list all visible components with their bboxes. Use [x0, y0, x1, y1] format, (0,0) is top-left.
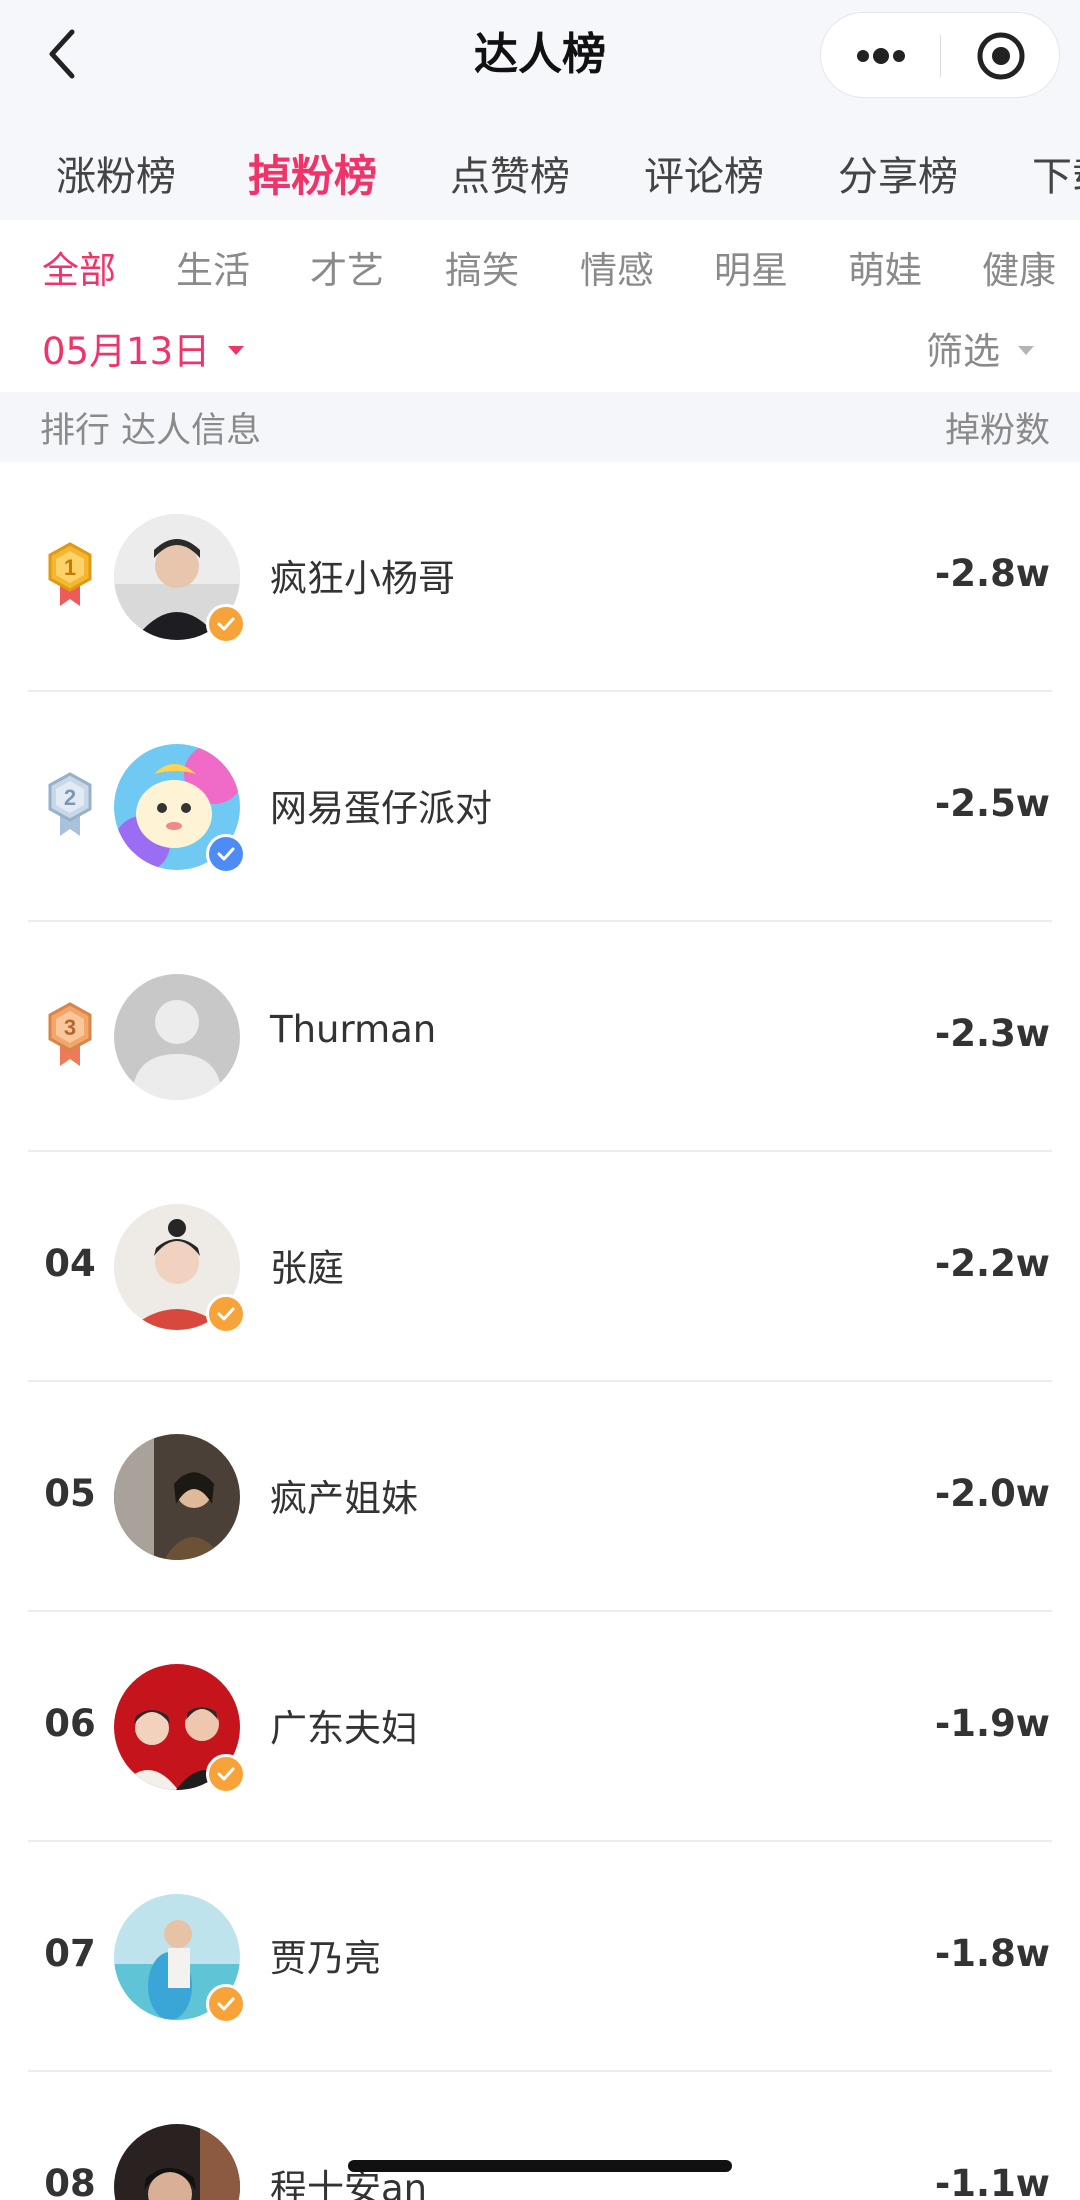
list-item[interactable]: 1 疯狂小杨哥 -2.8w — [0, 462, 1080, 692]
category-life[interactable]: 生活 — [176, 240, 250, 294]
list-item[interactable]: 06 广东夫妇 -1.9w — [0, 1612, 1080, 1842]
fans-loss-value: -1.8w — [934, 1932, 1050, 1975]
rank-number: 04 — [44, 1242, 96, 1285]
fans-loss-value: -2.0w — [934, 1472, 1050, 1515]
creator-name[interactable]: 张庭 — [270, 1238, 344, 1292]
tab-fans-gain[interactable]: 涨粉榜 — [56, 144, 176, 202]
header-fans-loss: 掉粉数 — [944, 411, 1050, 451]
verified-badge-icon — [206, 1294, 246, 1334]
creator-name[interactable]: 疯产姐妹 — [270, 1468, 418, 1522]
tab-downloads[interactable]: 下载 — [1032, 144, 1080, 202]
tab-shares[interactable]: 分享榜 — [838, 144, 958, 202]
rank-number: 08 — [44, 2162, 96, 2200]
verified-badge-icon — [206, 834, 246, 874]
avatar[interactable] — [114, 1434, 240, 1560]
list-item[interactable]: 3 Thurman -2.3w — [0, 922, 1080, 1152]
category-all[interactable]: 全部 — [42, 240, 116, 294]
category-talent[interactable]: 才艺 — [310, 240, 384, 294]
avatar[interactable] — [114, 2124, 240, 2200]
fans-loss-value: -2.3w — [934, 1012, 1050, 1055]
list-item[interactable]: 2 网易蛋仔派对 -2.5w — [0, 692, 1080, 922]
list-item[interactable]: 04 张庭 -2.2w — [0, 1152, 1080, 1382]
miniprogram-capsule — [820, 12, 1060, 98]
verified-badge-icon — [206, 1984, 246, 2024]
svg-text:3: 3 — [64, 1015, 76, 1040]
creator-name[interactable]: Thurman — [270, 1008, 436, 1051]
category-celebrity[interactable]: 明星 — [714, 240, 788, 294]
more-button[interactable] — [821, 13, 940, 99]
rank-number: 05 — [44, 1472, 96, 1515]
creator-name[interactable]: 疯狂小杨哥 — [270, 548, 455, 602]
list-item[interactable]: 08 程十安an -1.1w — [0, 2072, 1080, 2200]
close-button[interactable] — [941, 13, 1061, 99]
chevron-left-icon — [49, 29, 75, 79]
header-rank-info: 排行 达人信息 — [40, 411, 262, 451]
fans-loss-value: -2.2w — [934, 1242, 1050, 1285]
fans-loss-value: -2.5w — [934, 782, 1050, 825]
caret-down-icon — [1018, 345, 1034, 355]
rank-type-tabs: 涨粉榜 掉粉榜 点赞榜 评论榜 分享榜 下载 — [0, 110, 1080, 220]
svg-text:1: 1 — [64, 555, 76, 580]
avatar[interactable] — [114, 974, 240, 1100]
date-label: 05月13日 — [42, 330, 211, 373]
creator-name[interactable]: 广东夫妇 — [270, 1698, 418, 1752]
category-funny[interactable]: 搞笑 — [445, 240, 519, 294]
category-tabs: 全部 生活 才艺 搞笑 情感 明星 萌娃 健康 — [0, 228, 1080, 308]
verified-badge-icon — [206, 604, 246, 644]
gold-medal-icon: 1 — [48, 542, 92, 606]
list-header: 排行 达人信息 掉粉数 — [0, 392, 1080, 462]
fans-loss-value: -1.9w — [934, 1702, 1050, 1745]
verified-badge-icon — [206, 1754, 246, 1794]
more-dots-icon — [856, 48, 905, 64]
svg-text:2: 2 — [64, 785, 76, 810]
tab-fans-loss[interactable]: 掉粉榜 — [248, 142, 377, 204]
back-button[interactable] — [42, 26, 82, 82]
silver-medal-icon: 2 — [48, 772, 92, 836]
category-health[interactable]: 健康 — [982, 240, 1056, 294]
rank-number: 06 — [44, 1702, 96, 1745]
bronze-medal-icon: 3 — [48, 1002, 92, 1066]
fans-loss-value: -1.1w — [934, 2162, 1050, 2200]
list-item[interactable]: 07 贾乃亮 -1.8w — [0, 1842, 1080, 2072]
caret-down-icon — [228, 345, 245, 355]
filter-button[interactable]: 筛选 — [926, 318, 1034, 378]
home-indicator[interactable] — [348, 2160, 732, 2172]
navigation-bar: 达人榜 — [0, 0, 1080, 110]
fans-loss-value: -2.8w — [934, 552, 1050, 595]
date-picker[interactable]: 05月13日 — [42, 318, 245, 378]
rank-number: 07 — [44, 1932, 96, 1975]
category-kids[interactable]: 萌娃 — [848, 240, 922, 294]
tab-likes[interactable]: 点赞榜 — [450, 144, 570, 202]
creator-name[interactable]: 贾乃亮 — [270, 1928, 381, 1982]
creator-name[interactable]: 网易蛋仔派对 — [270, 778, 492, 832]
category-emotion[interactable]: 情感 — [580, 240, 654, 294]
target-close-icon — [977, 32, 1025, 80]
list-item[interactable]: 05 疯产姐妹 -2.0w — [0, 1382, 1080, 1612]
filter-label: 筛选 — [926, 330, 1000, 373]
tab-comments[interactable]: 评论榜 — [644, 144, 764, 202]
